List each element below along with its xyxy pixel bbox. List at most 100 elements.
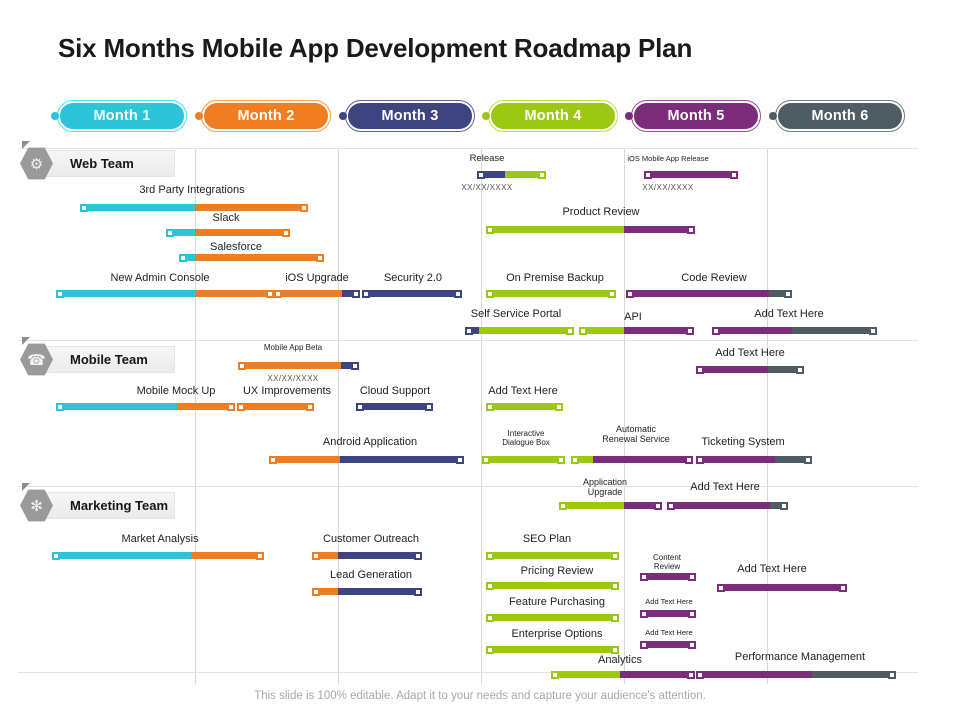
bar-start-handle[interactable]: [56, 402, 64, 411]
bar-end-handle[interactable]: [687, 670, 695, 679]
bar-start-handle[interactable]: [477, 170, 485, 179]
bar-start-handle[interactable]: [640, 609, 648, 618]
bar-end-handle[interactable]: [266, 289, 274, 298]
bar-marketing-add-text-here-1[interactable]: [667, 501, 788, 510]
bar-pricing-review[interactable]: [486, 581, 619, 590]
bar-start-handle[interactable]: [312, 587, 320, 596]
month-tab-5[interactable]: Month 5: [625, 100, 761, 132]
bar-end-handle[interactable]: [611, 613, 619, 622]
bar-release[interactable]: [477, 170, 546, 179]
bar-start-handle[interactable]: [640, 572, 648, 581]
bar-start-handle[interactable]: [80, 203, 88, 212]
bar-end-handle[interactable]: [688, 640, 696, 649]
bar-start-handle[interactable]: [166, 228, 174, 237]
team-row-web-team[interactable]: Web Team ⚙: [20, 141, 175, 180]
bar-start-handle[interactable]: [551, 670, 559, 679]
bar-start-handle[interactable]: [52, 551, 60, 560]
bar-start-handle[interactable]: [362, 289, 370, 298]
bar-start-handle[interactable]: [559, 501, 567, 510]
bar-mobile-mock-up[interactable]: [56, 402, 235, 411]
bar-start-handle[interactable]: [269, 455, 277, 464]
bar-self-service-portal[interactable]: [465, 326, 574, 335]
bar-api[interactable]: [579, 326, 694, 335]
bar-end-handle[interactable]: [557, 455, 565, 464]
bar-interactive-dialogue-box[interactable]: [482, 455, 565, 464]
bar-start-handle[interactable]: [696, 670, 704, 679]
bar-end-handle[interactable]: [685, 455, 693, 464]
bar-content-add-text-here-2[interactable]: [640, 640, 696, 649]
bar-start-handle[interactable]: [238, 361, 246, 370]
bar-end-handle[interactable]: [538, 170, 546, 179]
bar-start-handle[interactable]: [571, 455, 579, 464]
bar-end-handle[interactable]: [869, 326, 877, 335]
bar-marketing-add-text-here-2[interactable]: [717, 583, 847, 592]
bar-cloud-support[interactable]: [356, 402, 433, 411]
bar-start-handle[interactable]: [696, 365, 704, 374]
team-row-marketing-team[interactable]: Marketing Team ✻: [20, 483, 175, 522]
bar-end-handle[interactable]: [784, 289, 792, 298]
bar-salesforce[interactable]: [179, 253, 324, 262]
bar-3rd-party-integrations[interactable]: [80, 203, 308, 212]
bar-start-handle[interactable]: [486, 551, 494, 560]
bar-start-handle[interactable]: [717, 583, 725, 592]
bar-application-upgrade[interactable]: [559, 501, 662, 510]
bar-start-handle[interactable]: [667, 501, 675, 510]
bar-enterprise-options[interactable]: [486, 645, 619, 654]
bar-on-premise-backup[interactable]: [486, 289, 616, 298]
bar-security-2-0[interactable]: [362, 289, 462, 298]
bar-end-handle[interactable]: [282, 228, 290, 237]
bar-end-handle[interactable]: [414, 551, 422, 560]
bar-start-handle[interactable]: [179, 253, 187, 262]
bar-start-handle[interactable]: [356, 402, 364, 411]
bar-start-handle[interactable]: [274, 289, 282, 298]
bar-product-review[interactable]: [486, 225, 695, 234]
bar-end-handle[interactable]: [456, 455, 464, 464]
bar-start-handle[interactable]: [640, 640, 648, 649]
bar-end-handle[interactable]: [555, 402, 563, 411]
bar-end-handle[interactable]: [654, 501, 662, 510]
bar-market-analysis[interactable]: [52, 551, 264, 560]
bar-code-review[interactable]: [626, 289, 792, 298]
bar-start-handle[interactable]: [486, 613, 494, 622]
bar-end-handle[interactable]: [256, 551, 264, 560]
bar-start-handle[interactable]: [486, 289, 494, 298]
bar-end-handle[interactable]: [804, 455, 812, 464]
bar-start-handle[interactable]: [644, 170, 652, 179]
bar-start-handle[interactable]: [56, 289, 64, 298]
bar-start-handle[interactable]: [486, 225, 494, 234]
bar-end-handle[interactable]: [306, 402, 314, 411]
bar-end-handle[interactable]: [888, 670, 896, 679]
bar-end-handle[interactable]: [608, 289, 616, 298]
bar-end-handle[interactable]: [414, 587, 422, 596]
bar-start-handle[interactable]: [465, 326, 473, 335]
bar-end-handle[interactable]: [688, 609, 696, 618]
bar-end-handle[interactable]: [566, 326, 574, 335]
bar-start-handle[interactable]: [486, 645, 494, 654]
month-tab-6[interactable]: Month 6: [769, 100, 905, 132]
bar-start-handle[interactable]: [696, 455, 704, 464]
bar-end-handle[interactable]: [611, 551, 619, 560]
bar-seo-plan[interactable]: [486, 551, 619, 560]
bar-web-add-text-here[interactable]: [712, 326, 877, 335]
bar-start-handle[interactable]: [579, 326, 587, 335]
bar-start-handle[interactable]: [482, 455, 490, 464]
bar-end-handle[interactable]: [316, 253, 324, 262]
bar-mobile-add-text-here-2[interactable]: [486, 402, 563, 411]
bar-analytics[interactable]: [551, 670, 695, 679]
bar-end-handle[interactable]: [351, 361, 359, 370]
bar-end-handle[interactable]: [730, 170, 738, 179]
bar-end-handle[interactable]: [686, 326, 694, 335]
bar-mobile-add-text-here-1[interactable]: [696, 365, 804, 374]
bar-start-handle[interactable]: [626, 289, 634, 298]
bar-end-handle[interactable]: [454, 289, 462, 298]
bar-end-handle[interactable]: [780, 501, 788, 510]
bar-end-handle[interactable]: [425, 402, 433, 411]
bar-end-handle[interactable]: [352, 289, 360, 298]
bar-start-handle[interactable]: [712, 326, 720, 335]
bar-start-handle[interactable]: [486, 402, 494, 411]
bar-content-add-text-here-1[interactable]: [640, 609, 696, 618]
bar-end-handle[interactable]: [839, 583, 847, 592]
bar-content-review[interactable]: [640, 572, 696, 581]
bar-new-admin-console[interactable]: [56, 289, 274, 298]
bar-customer-outreach[interactable]: [312, 551, 422, 560]
